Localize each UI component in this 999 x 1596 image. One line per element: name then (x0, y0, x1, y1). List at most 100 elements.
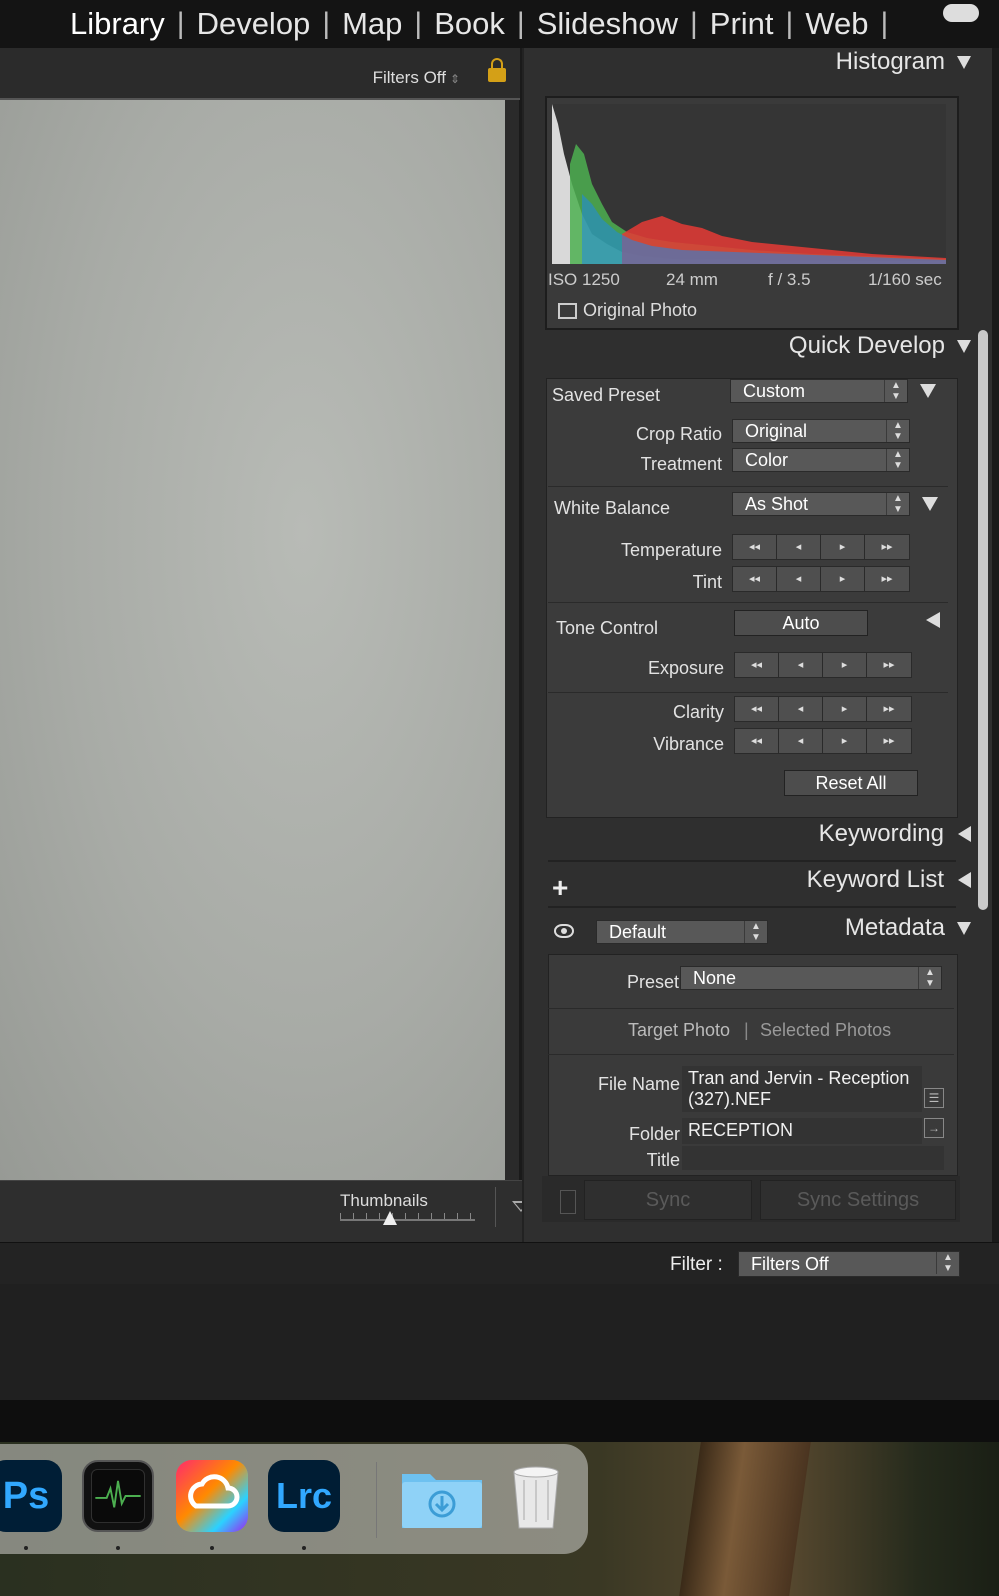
filmstrip-filter-bar: Filter : Filters Off ▲ ▼ (0, 1242, 999, 1285)
downloads-folder-icon[interactable] (400, 1460, 484, 1532)
auto-tone-button[interactable]: Auto (734, 610, 868, 636)
divider (548, 486, 948, 487)
divider (548, 692, 948, 693)
dock-separator (376, 1462, 377, 1538)
decrease-small-button[interactable]: ◂ (779, 729, 823, 753)
filmstrip-filter-select[interactable]: Filters Off ▲ ▼ (738, 1251, 960, 1277)
divider (548, 906, 956, 908)
metadata-preset-select[interactable]: None ▲ ▼ (680, 966, 942, 990)
module-web[interactable]: Web (805, 6, 868, 42)
module-picker: Library | Develop | Map | Book | Slidesh… (0, 0, 999, 48)
preview-scrollbar[interactable] (505, 100, 519, 1180)
photo-preview[interactable] (0, 100, 505, 1180)
increase-small-button[interactable]: ▸ (823, 729, 867, 753)
photoshop-icon[interactable]: Ps (0, 1460, 62, 1532)
increase-small-button[interactable]: ▸ (823, 697, 867, 721)
cloud-icon[interactable] (943, 4, 979, 22)
title-field[interactable] (682, 1146, 944, 1170)
temperature-stepper[interactable]: ◂◂ ◂ ▸ ▸▸ (732, 534, 910, 560)
decrease-small-button[interactable]: ◂ (779, 653, 823, 677)
histogram-shutter: 1/160 sec (868, 270, 942, 289)
right-panel-scrollbar[interactable] (978, 330, 988, 910)
selected-photos-button[interactable]: Selected Photos (760, 1020, 891, 1041)
metadata-header[interactable]: Metadata (845, 914, 971, 942)
metadata-view-select[interactable]: Default ▲ ▼ (596, 920, 768, 944)
slider-knob[interactable] (382, 1211, 397, 1225)
keyword-list-header[interactable]: Keyword List (807, 866, 971, 894)
activity-monitor-icon[interactable] (82, 1460, 154, 1532)
updown-icon: ▲ ▼ (884, 380, 907, 402)
saved-preset-expand-icon[interactable] (920, 384, 936, 398)
file-name-label: File Name (597, 1074, 680, 1094)
auto-sync-toggle[interactable] (560, 1190, 576, 1214)
decrease-small-button[interactable]: ◂ (777, 567, 821, 591)
increase-small-button[interactable]: ▸ (821, 535, 865, 559)
exposure-stepper[interactable]: ◂◂ ◂ ▸ ▸▸ (734, 652, 912, 678)
lightroom-classic-icon[interactable]: Lrc (268, 1460, 340, 1532)
module-print[interactable]: Print (710, 6, 774, 42)
decrease-large-button[interactable]: ◂◂ (735, 653, 779, 677)
quick-develop-title: Quick Develop (788, 332, 945, 359)
sync-button[interactable]: Sync (584, 1180, 752, 1220)
tone-control-expand-icon[interactable] (926, 612, 940, 628)
file-name-field[interactable]: Tran and Jervin - Reception (327).NEF (682, 1066, 922, 1112)
target-photo-button[interactable]: Target Photo (628, 1020, 730, 1041)
go-to-folder-icon[interactable]: → (924, 1118, 944, 1138)
histogram-aperture: f / 3.5 (768, 270, 811, 289)
decrease-large-button[interactable]: ◂◂ (735, 697, 779, 721)
decrease-large-button[interactable]: ◂◂ (735, 729, 779, 753)
folder-field: RECEPTION (682, 1118, 922, 1144)
module-develop[interactable]: Develop (197, 6, 311, 42)
add-keyword-icon[interactable]: + (552, 872, 568, 904)
lightroom-classic-label: Lrc (275, 1475, 333, 1516)
histogram-graph[interactable] (552, 104, 946, 264)
increase-small-button[interactable]: ▸ (821, 567, 865, 591)
crop-ratio-select[interactable]: Original ▲ ▼ (732, 419, 910, 443)
saved-preset-select[interactable]: Custom ▲ ▼ (730, 379, 908, 403)
filter-status-label: Filters Off (372, 68, 446, 87)
white-balance-select[interactable]: As Shot ▲ ▼ (732, 492, 910, 516)
clarity-stepper[interactable]: ◂◂ ◂ ▸ ▸▸ (734, 696, 912, 722)
thumbnails-label: Thumbnails (340, 1191, 428, 1210)
filmstrip[interactable] (0, 1284, 999, 1400)
eye-icon[interactable] (554, 924, 574, 938)
module-map[interactable]: Map (342, 6, 402, 42)
updown-icon: ▲ ▼ (886, 420, 909, 442)
lock-icon[interactable] (488, 58, 506, 82)
tint-stepper[interactable]: ◂◂ ◂ ▸ ▸▸ (732, 566, 910, 592)
filter-status[interactable]: Filters Off ⇕ (373, 68, 460, 88)
sync-settings-button[interactable]: Sync Settings (760, 1180, 956, 1220)
module-slideshow[interactable]: Slideshow (537, 6, 678, 42)
reset-all-button[interactable]: Reset All (784, 770, 918, 796)
histogram-header[interactable]: Histogram (836, 48, 971, 76)
decrease-large-button[interactable]: ◂◂ (733, 535, 777, 559)
updown-icon: ▲ ▼ (744, 921, 767, 943)
increase-small-button[interactable]: ▸ (823, 653, 867, 677)
keywording-header[interactable]: Keywording (819, 820, 971, 848)
decrease-small-button[interactable]: ◂ (779, 697, 823, 721)
vibrance-stepper[interactable]: ◂◂ ◂ ▸ ▸▸ (734, 728, 912, 754)
rename-icon[interactable]: ☰ (924, 1088, 944, 1108)
decrease-small-button[interactable]: ◂ (777, 535, 821, 559)
module-separator: | (690, 7, 698, 40)
exposure-label: Exposure (647, 658, 724, 678)
metadata-preset-value: None (693, 968, 737, 988)
increase-large-button[interactable]: ▸▸ (867, 653, 911, 677)
quick-develop-header[interactable]: Quick Develop (789, 332, 971, 360)
increase-large-button[interactable]: ▸▸ (867, 697, 911, 721)
module-library[interactable]: Library (70, 6, 165, 42)
white-balance-expand-icon[interactable] (922, 497, 938, 511)
module-book[interactable]: Book (434, 6, 505, 42)
treatment-select[interactable]: Color ▲ ▼ (732, 448, 910, 472)
increase-large-button[interactable]: ▸▸ (867, 729, 911, 753)
increase-large-button[interactable]: ▸▸ (865, 535, 909, 559)
crop-ratio-label: Crop Ratio (635, 424, 722, 444)
thumbnail-size-slider[interactable] (340, 1211, 475, 1225)
decrease-large-button[interactable]: ◂◂ (733, 567, 777, 591)
running-indicator (302, 1546, 306, 1550)
original-photo-toggle[interactable]: Original Photo (558, 300, 697, 321)
original-photo-checkbox[interactable] (558, 302, 577, 319)
creative-cloud-icon[interactable] (176, 1460, 248, 1532)
increase-large-button[interactable]: ▸▸ (865, 567, 909, 591)
trash-icon[interactable] (500, 1460, 572, 1532)
